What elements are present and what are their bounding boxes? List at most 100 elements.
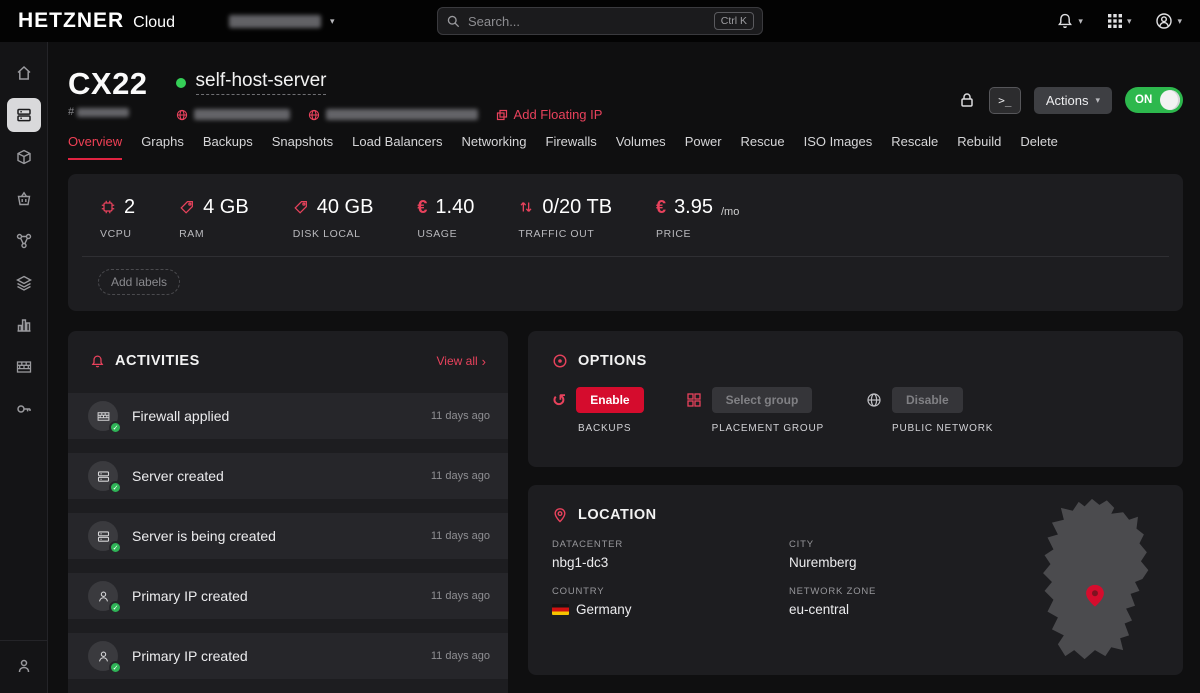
activity-text: Primary IP created (132, 588, 431, 604)
tab-load-balancers[interactable]: Load Balancers (352, 134, 442, 160)
activities-card: ACTIVITIES View all › ✓ Firewall applied… (68, 331, 508, 693)
activity-time: 11 days ago (431, 470, 490, 482)
network-nodes-icon (15, 232, 33, 250)
add-floating-ip-link[interactable]: Add Floating IP (496, 107, 603, 122)
activity-row[interactable]: ✓ Primary IP created 11 days ago (68, 573, 508, 619)
project-selector[interactable]: ▾ (229, 15, 335, 28)
primary-ip-icon: ✓ (88, 641, 118, 671)
firewall-icon: ✓ (88, 401, 118, 431)
activity-time: 11 days ago (431, 530, 490, 542)
hetzner-logo[interactable]: HETZNER Cloud (18, 9, 175, 33)
topbar-right: ▾ ▾ ▾ (1056, 12, 1182, 30)
server-type: CX22 (68, 66, 148, 102)
server-stats-card: 2 VCPU 4 GB RAM 40 GB DISK LOCAL (68, 174, 1183, 311)
sidebar-item-servers[interactable] (7, 98, 41, 132)
tab-volumes[interactable]: Volumes (616, 134, 666, 160)
sidebar-item-floating-ips[interactable] (7, 308, 41, 342)
server-tabs: Overview Graphs Backups Snapshots Load B… (48, 134, 1200, 160)
ipv4-address[interactable] (176, 109, 290, 121)
activity-row[interactable]: ✓ Firewall applied 11 days ago (68, 393, 508, 439)
account-menu[interactable]: ▾ (1155, 12, 1182, 30)
chevron-down-icon: ▾ (1095, 96, 1100, 105)
sidebar-item-firewalls[interactable] (7, 350, 41, 384)
germany-map (1017, 493, 1167, 665)
activity-text: Server created (132, 468, 431, 484)
actions-button[interactable]: Actions ▾ (1034, 87, 1112, 114)
disable-public-network-button[interactable]: Disable (892, 387, 963, 413)
activity-row[interactable]: ✓ Server created 11 days ago (68, 453, 508, 499)
tab-snapshots[interactable]: Snapshots (272, 134, 333, 160)
field-value: Nuremberg (789, 555, 979, 570)
stat-vcpu: 2 VCPU (100, 194, 135, 240)
console-button[interactable]: >_ (989, 87, 1021, 114)
field-label: CITY (789, 539, 979, 550)
tab-iso-images[interactable]: ISO Images (804, 134, 873, 160)
apps-menu[interactable]: ▾ (1107, 13, 1132, 29)
search-shortcut-badge: Ctrl K (714, 12, 754, 30)
field-value: eu-central (789, 602, 979, 617)
redacted-ipv6 (326, 109, 478, 120)
sidebar-bottom (0, 640, 47, 693)
tab-firewalls[interactable]: Firewalls (546, 134, 597, 160)
tab-power[interactable]: Power (685, 134, 722, 160)
notifications-menu[interactable]: ▾ (1056, 12, 1083, 30)
field-network-zone: NETWORK ZONE eu-central (789, 586, 979, 617)
redacted-project-name (229, 15, 321, 28)
placement-group-icon (686, 392, 702, 408)
stat-ram: 4 GB RAM (179, 194, 249, 240)
tab-backups[interactable]: Backups (203, 134, 253, 160)
search-input[interactable] (468, 14, 707, 29)
main-content: CX22 # self-host-server (48, 42, 1200, 693)
topbar: HETZNER Cloud ▾ Ctrl K ▾ ▾ ▾ (0, 0, 1200, 42)
sidebar-item-home[interactable] (7, 56, 41, 90)
tab-networking[interactable]: Networking (461, 134, 526, 160)
globe-icon (866, 392, 882, 408)
cpu-icon (100, 199, 116, 215)
sidebar-item-networks[interactable] (7, 224, 41, 258)
lock-button[interactable] (958, 91, 976, 109)
ipv6-address[interactable] (308, 109, 478, 121)
primary-ip-icon: ✓ (88, 581, 118, 611)
view-all-link[interactable]: View all › (437, 354, 486, 368)
tab-rescue[interactable]: Rescue (741, 134, 785, 160)
stat-label: PRICE (656, 228, 739, 240)
search-bar[interactable]: Ctrl K (437, 7, 763, 35)
sidebar-item-security[interactable] (7, 392, 41, 426)
success-check-icon: ✓ (109, 601, 122, 614)
select-group-button[interactable]: Select group (712, 387, 813, 413)
location-title: LOCATION (578, 507, 657, 523)
stat-usage: € 1.40 USAGE (417, 194, 474, 240)
sidebar (0, 42, 48, 693)
chevron-down-icon: ▾ (1127, 17, 1132, 26)
map-pin-icon (552, 507, 568, 523)
stat-label: RAM (179, 228, 249, 240)
activity-row[interactable]: ✓ Server is being created 11 days ago (68, 513, 508, 559)
sidebar-item-support[interactable] (7, 649, 41, 683)
tab-rescale[interactable]: Rescale (891, 134, 938, 160)
option-placement-group: Select group PLACEMENT GROUP (686, 387, 824, 434)
disk-tag-icon (293, 199, 309, 215)
sidebar-item-marketplace[interactable] (7, 182, 41, 216)
chevron-down-icon: ▾ (330, 17, 335, 26)
stat-label: TRAFFIC OUT (518, 228, 612, 240)
field-label: COUNTRY (552, 586, 789, 597)
field-label: DATACENTER (552, 539, 789, 550)
power-toggle[interactable]: ON (1125, 87, 1183, 113)
activity-time: 11 days ago (431, 650, 490, 662)
server-name[interactable]: self-host-server (196, 70, 327, 95)
add-labels-button[interactable]: Add labels (98, 269, 180, 295)
enable-backups-button[interactable]: Enable (576, 387, 643, 413)
support-icon (15, 657, 33, 675)
tab-delete[interactable]: Delete (1020, 134, 1058, 160)
tab-overview[interactable]: Overview (68, 134, 122, 160)
sidebar-item-load-balancers[interactable] (7, 266, 41, 300)
globe-icon (308, 109, 320, 121)
germany-silhouette (1017, 493, 1167, 665)
tab-graphs[interactable]: Graphs (141, 134, 184, 160)
server-icon: ✓ (88, 461, 118, 491)
stat-value: 1.40 (435, 196, 474, 219)
activity-time: 11 days ago (431, 410, 490, 422)
activity-row[interactable]: ✓ Primary IP created 11 days ago (68, 633, 508, 679)
sidebar-item-volumes[interactable] (7, 140, 41, 174)
tab-rebuild[interactable]: Rebuild (957, 134, 1001, 160)
